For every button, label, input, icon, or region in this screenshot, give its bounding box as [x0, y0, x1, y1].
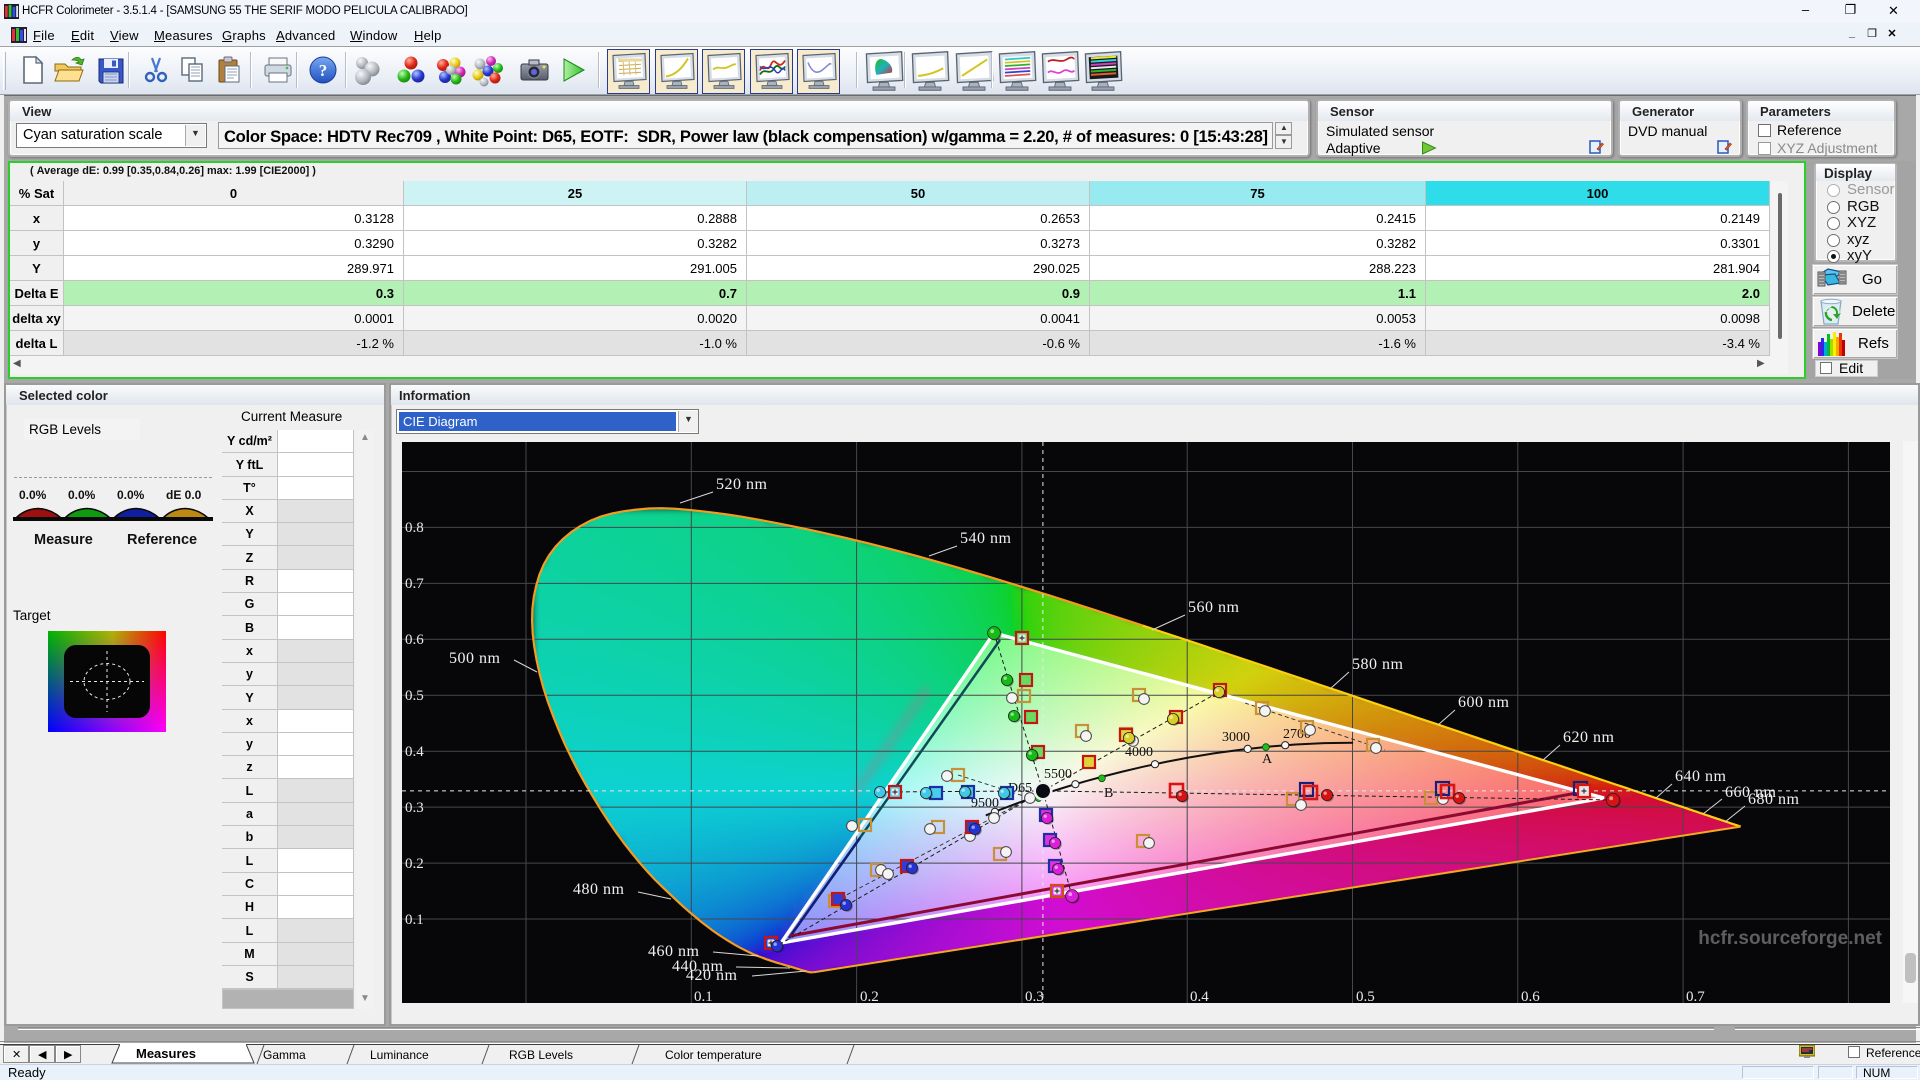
svg-text:0.2: 0.2: [405, 856, 424, 872]
svg-text:560 nm: 560 nm: [1188, 599, 1240, 616]
svg-text:0.5: 0.5: [1356, 989, 1375, 1003]
svg-text:0.7: 0.7: [405, 576, 424, 592]
svg-text:580 nm: 580 nm: [1352, 656, 1404, 673]
svg-text:600 nm: 600 nm: [1458, 694, 1510, 711]
svg-text:0.1: 0.1: [694, 989, 713, 1003]
svg-text:0.3: 0.3: [1025, 989, 1044, 1003]
svg-text:5500: 5500: [1044, 767, 1072, 782]
svg-text:420 nm: 420 nm: [686, 967, 738, 984]
svg-text:A: A: [1262, 752, 1273, 767]
svg-text:3000: 3000: [1222, 730, 1250, 745]
svg-text:0.8: 0.8: [405, 520, 424, 536]
svg-text:4000: 4000: [1125, 745, 1153, 760]
svg-text:520 nm: 520 nm: [716, 476, 768, 493]
svg-text:0.6: 0.6: [405, 632, 424, 648]
svg-text:hcfr.sourceforge.net: hcfr.sourceforge.net: [1698, 928, 1882, 949]
svg-text:0.2: 0.2: [860, 989, 879, 1003]
svg-text:540 nm: 540 nm: [960, 530, 1012, 547]
svg-text:480 nm: 480 nm: [573, 881, 625, 898]
svg-text:640 nm: 640 nm: [1675, 768, 1727, 785]
svg-text:B: B: [1104, 786, 1113, 801]
svg-text:0.6: 0.6: [1521, 989, 1540, 1003]
svg-text:0.1: 0.1: [405, 912, 424, 928]
svg-text:?: ?: [319, 61, 328, 80]
svg-text:9500: 9500: [971, 796, 999, 811]
svg-text:0.5: 0.5: [405, 688, 424, 704]
svg-text:0.4: 0.4: [405, 744, 424, 760]
svg-text:620 nm: 620 nm: [1563, 729, 1615, 746]
svg-text:680 nm: 680 nm: [1748, 791, 1800, 808]
svg-text:0.4: 0.4: [1190, 989, 1209, 1003]
svg-text:0.3: 0.3: [405, 800, 424, 816]
svg-text:0.7: 0.7: [1686, 989, 1705, 1003]
svg-text:500 nm: 500 nm: [449, 650, 501, 667]
